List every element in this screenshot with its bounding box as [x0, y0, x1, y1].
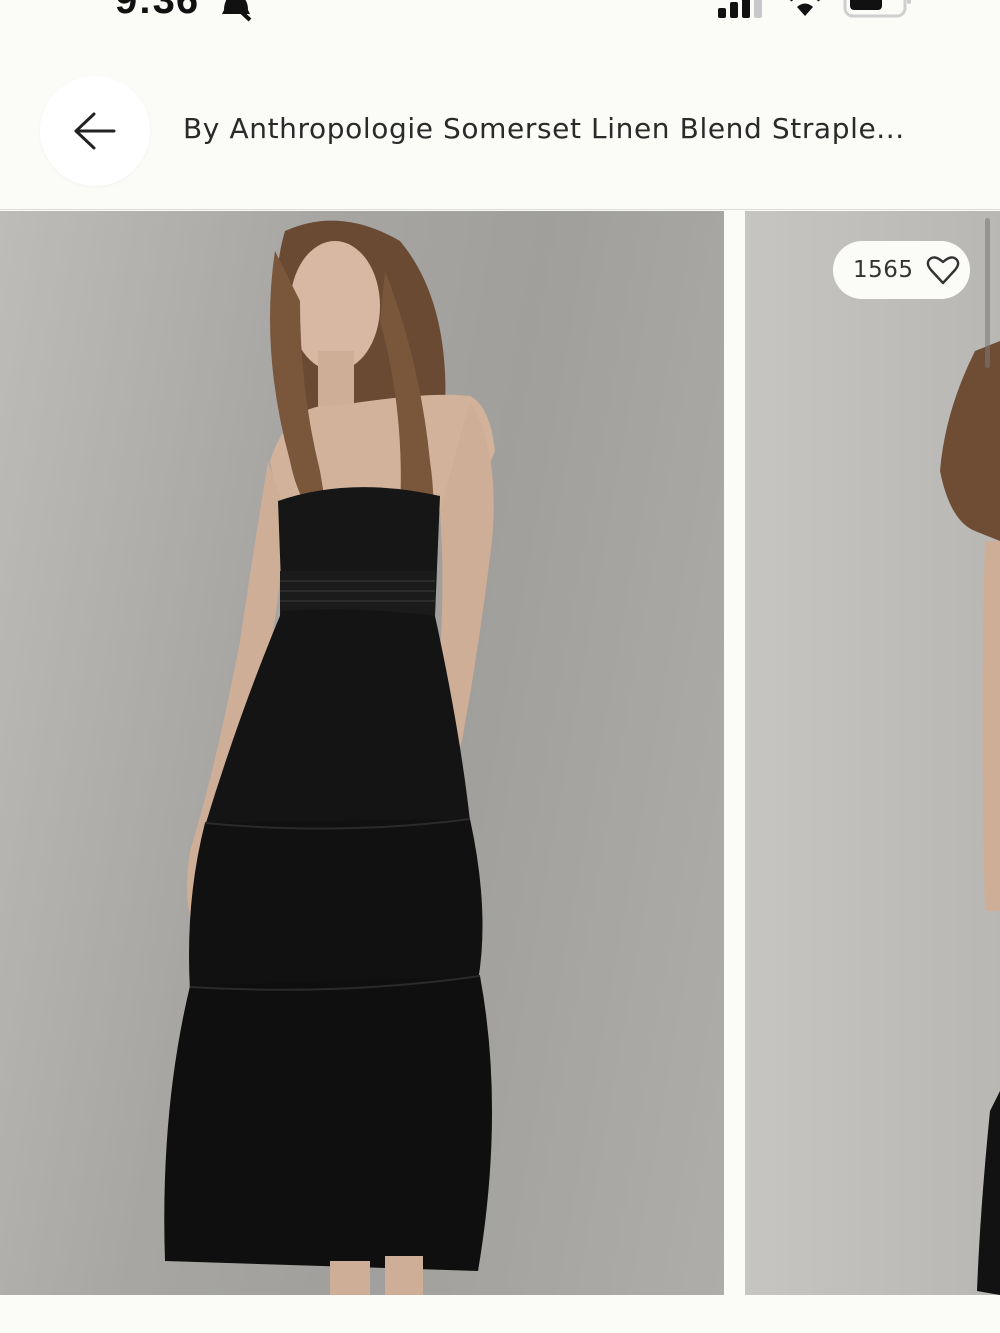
bell-slash-icon: [222, 0, 252, 22]
like-count: 1565: [853, 257, 914, 283]
status-bar: 9:36: [0, 0, 1000, 40]
page-title: By Anthropologie Somerset Linen Blend St…: [183, 112, 905, 145]
scroll-indicator[interactable]: [985, 218, 990, 368]
battery-icon: [843, 0, 911, 18]
model-figure-illustration: [164, 220, 495, 1295]
product-image-gallery[interactable]: [0, 211, 1000, 1295]
arrow-left-icon: [74, 112, 116, 150]
back-button[interactable]: [40, 76, 150, 186]
product-photo-second[interactable]: [745, 211, 1000, 1295]
like-badge[interactable]: 1565: [833, 241, 970, 299]
cellular-signal-icon: [718, 0, 762, 18]
heart-outline-icon[interactable]: [926, 254, 960, 286]
wifi-icon: [790, 0, 820, 16]
product-photo-main[interactable]: [0, 211, 724, 1295]
status-time: 9:36: [115, 0, 200, 22]
model-figure-second-illustration: [940, 341, 1000, 1295]
product-details-area: [0, 1295, 1000, 1333]
header: By Anthropologie Somerset Linen Blend St…: [0, 40, 1000, 210]
